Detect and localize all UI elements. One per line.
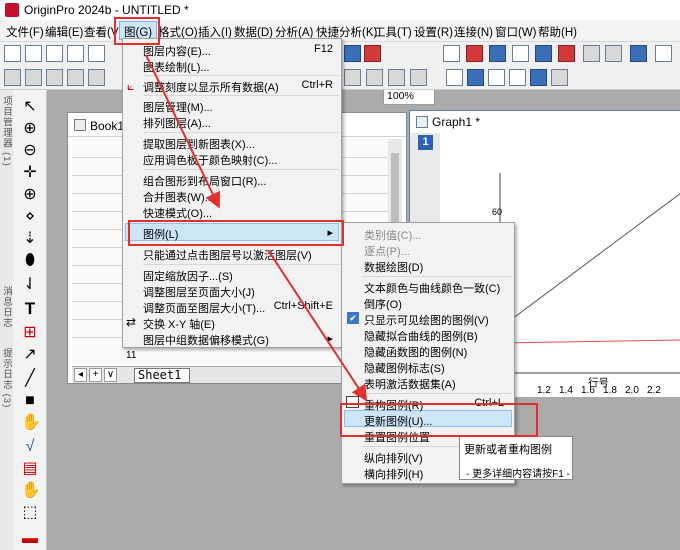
arrow-menu-to-legend	[145, 54, 221, 209]
annotation-arrows	[145, 54, 368, 402]
arrow-legend-to-update	[267, 249, 368, 402]
